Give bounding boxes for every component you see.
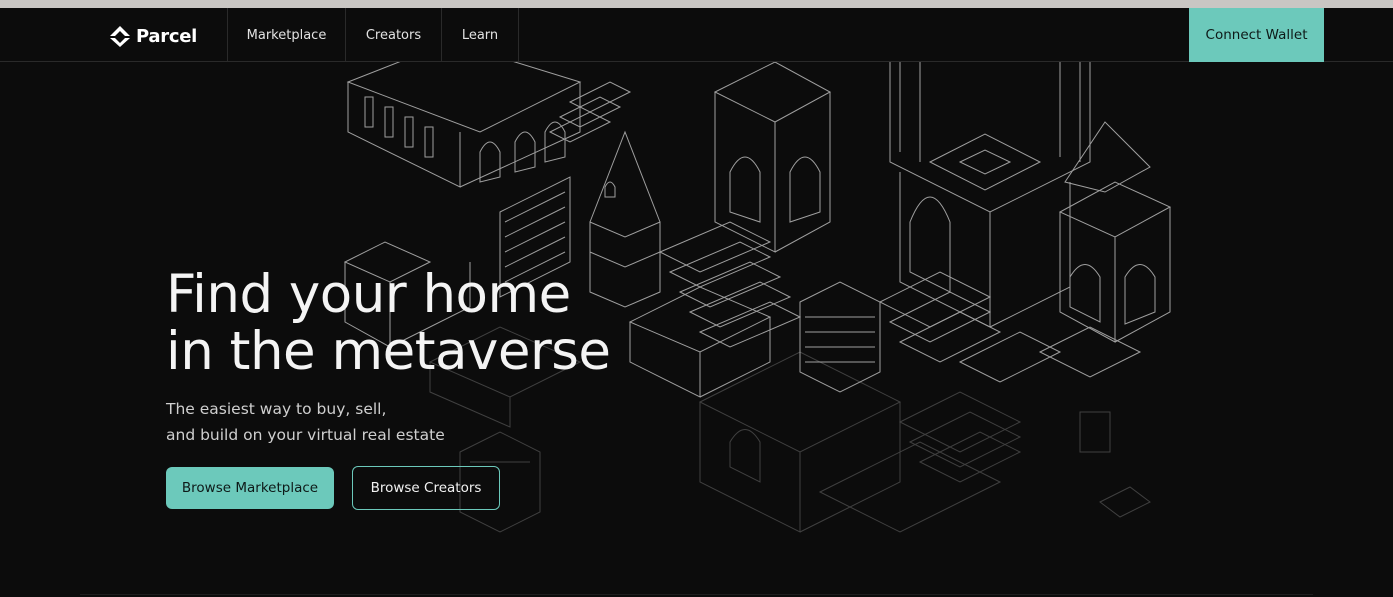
hero-title-line-2: in the metaverse xyxy=(166,321,611,382)
nav-item-creators[interactable]: Creators xyxy=(346,8,441,62)
browser-top-strip xyxy=(0,0,1393,8)
parcel-logo-icon xyxy=(110,26,130,47)
parcel-logo[interactable]: Parcel xyxy=(108,24,197,48)
browse-creators-button[interactable]: Browse Creators xyxy=(352,466,500,510)
hero-title: Find your home in the metaverse xyxy=(166,264,611,382)
hero-title-line-1: Find your home xyxy=(166,264,571,325)
nav-item-learn[interactable]: Learn xyxy=(442,8,518,62)
hero-subtitle-line-1: The easiest way to buy, sell, xyxy=(166,400,387,418)
hero-subtitle: The easiest way to buy, sell, and build … xyxy=(166,396,445,448)
connect-wallet-button[interactable]: Connect Wallet xyxy=(1189,8,1324,62)
section-divider xyxy=(80,594,1313,595)
hero-subtitle-line-2: and build on your virtual real estate xyxy=(166,426,445,444)
nav-item-marketplace[interactable]: Marketplace xyxy=(228,8,345,62)
browse-marketplace-button[interactable]: Browse Marketplace xyxy=(166,467,334,509)
nav-divider xyxy=(518,8,519,62)
top-navbar: Parcel Marketplace Creators Learn Connec… xyxy=(0,8,1393,62)
logo-text: Parcel xyxy=(136,25,197,47)
